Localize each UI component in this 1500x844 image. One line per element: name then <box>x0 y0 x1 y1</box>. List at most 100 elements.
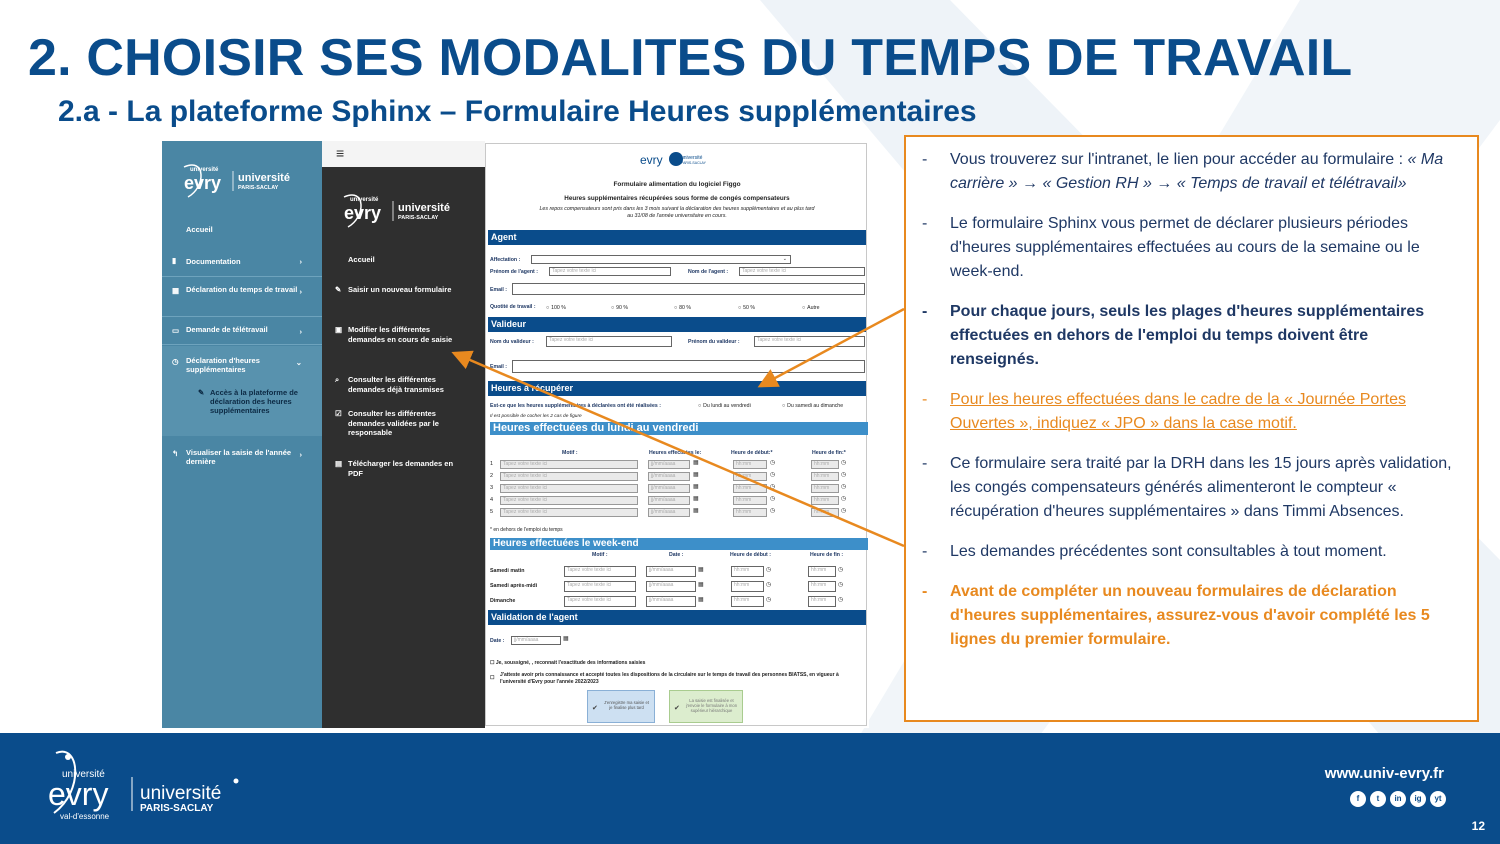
sidebar-item-declaration-temps[interactable]: ▦ Déclaration du temps de travail › <box>162 285 322 317</box>
end-time-input[interactable]: hh:mm <box>811 460 839 469</box>
menu-modifier-demandes[interactable]: ▣ Modifier les différentes demandes en co… <box>335 325 468 344</box>
clock-icon[interactable]: ◷ <box>841 483 846 490</box>
hamburger-menu-icon[interactable]: ≡ <box>322 141 485 167</box>
email-valideur-input[interactable] <box>512 360 865 373</box>
sidebar-item-documentation[interactable]: ▮ Documentation › <box>162 255 322 277</box>
clock-icon[interactable]: ◷ <box>770 471 775 478</box>
calendar-icon[interactable]: ▦ <box>693 495 699 502</box>
facebook-icon[interactable]: f <box>1350 791 1366 807</box>
motif-input[interactable]: Tapez votre texte ici <box>500 484 638 493</box>
start-time-input[interactable]: hh:mm <box>733 508 767 517</box>
date-input[interactable]: jj/mm/aaaa <box>648 484 690 493</box>
start-time-input[interactable]: hh:mm <box>733 484 767 493</box>
clock-icon[interactable]: ◷ <box>838 566 843 573</box>
submit-button[interactable]: ✔ La saisie est finalisée et j'envoie le … <box>669 690 743 723</box>
twitter-icon[interactable]: t <box>1370 791 1386 807</box>
menu-nouveau-formulaire[interactable]: ✎ Saisir un nouveau formulaire <box>335 285 468 295</box>
clock-icon[interactable]: ◷ <box>841 507 846 514</box>
sidebar-item-heures-sup[interactable]: ◷ Déclaration d'heures supplémentaires ⌄ <box>162 356 322 384</box>
clock-icon[interactable]: ◷ <box>841 495 846 502</box>
radio-80[interactable]: 80 % <box>674 305 691 311</box>
menu-accueil[interactable]: Accueil <box>348 255 468 265</box>
radio-50[interactable]: 50 % <box>738 305 755 311</box>
edit-icon: ✎ <box>198 388 205 397</box>
clock-icon[interactable]: ◷ <box>770 495 775 502</box>
start-time-input[interactable]: hh:mm <box>733 472 767 481</box>
date-input[interactable]: jj/mm/aaaa <box>648 460 690 469</box>
end-time-input[interactable]: hh:mm <box>808 566 836 577</box>
start-time-input[interactable]: hh:mm <box>731 596 764 607</box>
save-later-button[interactable]: ✔ J'enregistre ma saisie et je finalise p… <box>587 690 655 723</box>
clock-icon[interactable]: ◷ <box>770 483 775 490</box>
end-time-input[interactable]: hh:mm <box>808 596 836 607</box>
linkedin-icon[interactable]: in <box>1390 791 1406 807</box>
radio-100[interactable]: 100 % <box>546 305 566 311</box>
nom-valideur-input[interactable]: Tapez votre texte ici <box>546 336 672 347</box>
end-time-input[interactable]: hh:mm <box>811 472 839 481</box>
clock-icon[interactable]: ◷ <box>770 459 775 466</box>
end-time-input[interactable]: hh:mm <box>808 581 836 592</box>
section-weekend: Heures effectuées le week-end <box>490 538 868 550</box>
calendar-icon[interactable]: ▦ <box>698 596 704 603</box>
menu-consulter-validees[interactable]: ☑ Consulter les différentes demandes vali… <box>335 409 468 438</box>
youtube-icon[interactable]: yt <box>1430 791 1446 807</box>
date-input[interactable]: jj/mm/aaaa <box>646 566 696 577</box>
end-time-input[interactable]: hh:mm <box>811 496 839 505</box>
prenom-agent-input[interactable]: Tapez votre texte ici <box>549 267 671 276</box>
clock-icon[interactable]: ◷ <box>770 507 775 514</box>
date-input[interactable]: jj/mm/aaaa <box>648 508 690 517</box>
bullet-jpo[interactable]: Pour les heures effectuées dans le cadre… <box>922 388 1457 436</box>
checkbox-atteste[interactable]: ☐ J'atteste avoir pris connaissance et ac… <box>490 672 860 686</box>
clock-icon[interactable]: ◷ <box>841 459 846 466</box>
affectation-select[interactable]: ⌄ <box>531 255 791 264</box>
calendar-icon[interactable]: ▦ <box>698 566 704 573</box>
calendar-icon[interactable]: ▦ <box>693 507 699 514</box>
motif-input[interactable]: Tapez votre texte ici <box>500 460 638 469</box>
menu-consulter-transmises[interactable]: ⌕ Consulter les différentes demandes déjà… <box>335 375 468 394</box>
end-time-input[interactable]: hh:mm <box>811 484 839 493</box>
end-time-input[interactable]: hh:mm <box>811 508 839 517</box>
email-agent-input[interactable] <box>512 283 865 295</box>
clock-icon[interactable]: ◷ <box>766 596 771 603</box>
website-link[interactable]: www.univ-evry.fr <box>1325 765 1444 782</box>
clock-icon[interactable]: ◷ <box>766 566 771 573</box>
calendar-icon[interactable]: ▦ <box>698 581 704 588</box>
start-time-input[interactable]: hh:mm <box>733 460 767 469</box>
checkbox-lundi-vendredi[interactable]: Du lundi au vendredi <box>698 403 751 409</box>
date-input[interactable]: jj/mm/aaaa <box>648 472 690 481</box>
motif-input[interactable]: Tapez votre texte ici <box>500 472 638 481</box>
sidebar-item-visualiser[interactable]: ↰ Visualiser la saisie de l'année dernièr… <box>162 448 322 478</box>
calendar-icon[interactable]: ▦ <box>563 635 569 642</box>
bullet-plages-horaires: Pour chaque jours, seuls les plages d'he… <box>922 300 1457 372</box>
instagram-icon[interactable]: ig <box>1410 791 1426 807</box>
checkbox-samedi-dimanche[interactable]: Du samedi au dimanche <box>782 403 843 409</box>
radio-autre[interactable]: Autre <box>802 305 819 311</box>
motif-input[interactable]: Tapez votre texte ici <box>500 508 638 517</box>
motif-input[interactable]: Tapez votre texte ici <box>564 566 636 577</box>
calendar-icon[interactable]: ▦ <box>693 459 699 466</box>
sidebar-subitem-plateforme[interactable]: Accès à la plateforme de déclaration des… <box>210 388 310 415</box>
calendar-icon[interactable]: ▦ <box>693 471 699 478</box>
calendar-icon[interactable]: ▦ <box>693 483 699 490</box>
date-input[interactable]: jj/mm/aaaa <box>646 581 696 592</box>
date-input[interactable]: jj/mm/aaaa <box>648 496 690 505</box>
start-time-input[interactable]: hh:mm <box>731 566 764 577</box>
sidebar-item-teletravail[interactable]: ▭ Demande de télétravail › <box>162 325 322 345</box>
motif-input[interactable]: Tapez votre texte ici <box>500 496 638 505</box>
clock-icon[interactable]: ◷ <box>838 581 843 588</box>
motif-input[interactable]: Tapez votre texte ici <box>564 596 636 607</box>
sidebar-item-accueil[interactable]: Accueil <box>162 225 322 243</box>
validation-date-input[interactable]: jj/mm/aaaa <box>511 636 561 645</box>
date-input[interactable]: jj/mm/aaaa <box>646 596 696 607</box>
menu-telecharger-pdf[interactable]: ▤ Télécharger les demandes en PDF <box>335 459 468 478</box>
clock-icon[interactable]: ◷ <box>766 581 771 588</box>
radio-90[interactable]: 90 % <box>611 305 628 311</box>
nom-agent-input[interactable]: Tapez votre texte ici <box>739 267 865 276</box>
start-time-input[interactable]: hh:mm <box>733 496 767 505</box>
clock-icon[interactable]: ◷ <box>838 596 843 603</box>
start-time-input[interactable]: hh:mm <box>731 581 764 592</box>
prenom-valideur-input[interactable]: Tapez votre texte ici <box>754 336 865 347</box>
clock-icon[interactable]: ◷ <box>841 471 846 478</box>
checkbox-exactitude[interactable]: ☐ Je, soussigné, , reconnait l'exactitud… <box>490 660 645 666</box>
motif-input[interactable]: Tapez votre texte ici <box>564 581 636 592</box>
